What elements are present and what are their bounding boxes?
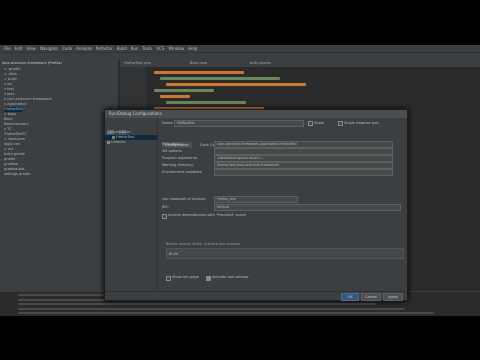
show-page-label: Show this page [172,275,199,279]
menu-item-navigate[interactable]: Navigate [40,46,58,51]
field-label: Environment variables: [162,170,203,174]
field-label: Working directory: [162,163,194,167]
jre-select[interactable]: Default [214,204,401,211]
single-instance-checkbox[interactable] [338,121,343,126]
java-class-icon [112,135,115,139]
field-input[interactable] [214,148,393,155]
menu-item-run[interactable]: Run [131,46,139,51]
console-line [18,312,434,314]
field-input[interactable] [214,169,393,176]
dialog-footer: OK Cancel Apply [105,291,407,301]
show-page-checkbox[interactable] [166,276,171,281]
tab-firefoxtest[interactable]: FirefoxTest.java [124,61,151,66]
code-line [160,95,190,98]
activate-window-label: Activate tool window [212,275,249,279]
field-label: Main class: [162,142,182,146]
run-debug-dialog: Run/Debug Configurations + − Application… [104,109,408,301]
code-line [160,77,280,80]
provided-scope-label: Include dependencies with "Provided" sco… [168,213,246,217]
dialog-title: Run/Debug Configurations [109,111,162,116]
toolbar [0,52,480,60]
console-line [18,307,405,310]
menu-item-analyze[interactable]: Analyze [76,46,92,51]
module-label: Use classpath of module: [162,197,207,201]
before-launch-list: Build [166,248,404,259]
code-line [154,71,244,74]
build-task-item[interactable]: Build [169,252,178,256]
project-panel: java-selenium-framework (Firefox) > .gra… [0,60,119,291]
config-group-defaults[interactable]: Defaults [107,140,126,145]
config-tabs: Configuration Code Coverage Logs [162,131,249,148]
config-details: Name: FirefoxTest Share Single instance … [158,118,407,291]
video-frame: File Edit View Navigate Code Analyze Refactor B… [0,0,480,360]
single-instance-label: Single instance only [344,121,380,125]
console-line [18,303,376,305]
field-label: Program arguments: [162,156,198,160]
jre-label: JRE: [162,205,169,209]
module-select[interactable]: Firefox_test [214,196,298,203]
tab-build-gradle[interactable]: build.gradle [250,61,271,66]
menu-bar: File Edit View Navigate Code Analyze Refactor B… [0,45,480,52]
project-root[interactable]: java-selenium-framework (Firefox) [2,61,62,66]
provided-scope-checkbox[interactable] [162,214,167,219]
dialog-title-bar: Run/Debug Configurations [105,110,407,118]
tab-base[interactable]: Base.java [190,61,207,66]
code-line [154,89,214,92]
defaults-icon [107,140,110,144]
menu-item-build[interactable]: Build [117,46,127,51]
menu-item-edit[interactable]: Edit [15,46,23,51]
menu-item-refactor[interactable]: Refactor [96,46,113,51]
activate-window-checkbox[interactable] [206,276,211,281]
name-field[interactable]: FirefoxTest [174,120,304,127]
cancel-button[interactable]: Cancel [361,293,381,301]
config-tree: + − Application FirefoxTest Defaults [105,118,158,291]
share-label: Share [314,121,325,125]
share-checkbox[interactable] [308,121,313,126]
before-launch-header[interactable]: Before launch: Build, Activate tool wind… [166,242,240,246]
name-label: Name: [162,121,174,125]
ok-button[interactable]: OK [341,293,359,301]
menu-item-code[interactable]: Code [62,46,72,51]
project-tree-item[interactable]: settings.gradle [4,172,30,177]
apply-button[interactable]: Apply [383,293,403,301]
menu-item-window[interactable]: Window [168,46,184,51]
menu-item-view[interactable]: View [26,46,36,51]
menu-item-file[interactable]: File [4,46,11,51]
menu-item-tools[interactable]: Tools [142,46,152,51]
editor-tabs: FirefoxTest.java Base.java build.gradle [120,60,480,67]
field-input[interactable]: -Dwebdriver.gecko.driver=... [214,155,393,162]
menu-item-help[interactable]: Help [188,46,197,51]
field-label: VM options: [162,149,183,153]
menu-item-vcs[interactable]: VCS [156,46,164,51]
code-line [166,101,246,104]
code-line [166,83,306,86]
field-input[interactable]: com.selenium.framework.Application.Firef… [214,141,393,148]
field-input[interactable]: /home/user/java-selenium-framework [214,162,393,169]
application-icon [107,130,110,134]
